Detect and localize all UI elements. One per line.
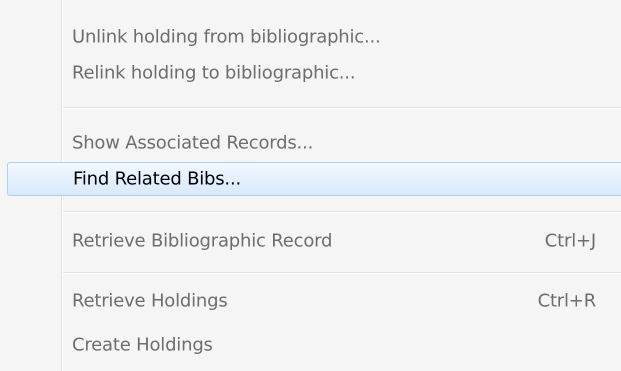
- menu-separator: [63, 272, 621, 274]
- menu-item-create-holdings[interactable]: Create Holdings: [0, 328, 621, 362]
- menu-item-label: Show Associated Records...: [72, 132, 314, 154]
- menu-separator: [63, 107, 621, 109]
- menu-item-relink-holding[interactable]: Relink holding to bibliographic...: [0, 56, 621, 90]
- menu-item-retrieve-holdings[interactable]: Retrieve Holdings Ctrl+R: [0, 284, 621, 318]
- menu-item-shortcut: Ctrl+R: [537, 290, 597, 312]
- menu-item-find-related-bibs[interactable]: Find Related Bibs...: [7, 162, 621, 196]
- menu-item-label: Create Holdings: [72, 334, 213, 356]
- context-menu: Unlink holding from bibliographic... Rel…: [0, 0, 621, 371]
- menu-item-show-associated-records[interactable]: Show Associated Records...: [0, 126, 621, 160]
- menu-item-unlink-holding[interactable]: Unlink holding from bibliographic...: [0, 20, 621, 54]
- menu-item-retrieve-bibliographic-record[interactable]: Retrieve Bibliographic Record Ctrl+J: [0, 224, 621, 258]
- menu-item-label: Retrieve Bibliographic Record: [72, 230, 333, 252]
- menu-item-label: Relink holding to bibliographic...: [72, 62, 356, 84]
- menu-item-shortcut: Ctrl+J: [544, 230, 596, 252]
- menu-item-label: Retrieve Holdings: [72, 290, 228, 312]
- menu-item-label: Find Related Bibs...: [73, 168, 242, 190]
- menu-item-label: Unlink holding from bibliographic...: [72, 26, 381, 48]
- menu-separator: [63, 211, 621, 213]
